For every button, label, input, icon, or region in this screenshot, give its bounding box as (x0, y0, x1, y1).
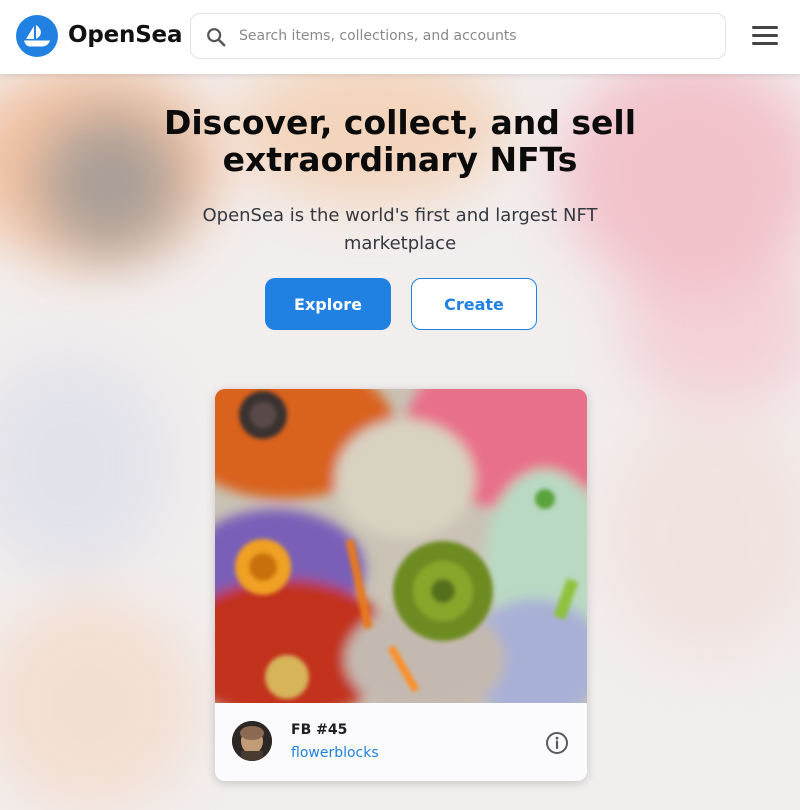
hero-subtitle: OpenSea is the world's first and largest… (0, 202, 800, 258)
featured-nft-card[interactable]: FB #45 flowerblocks (215, 389, 587, 781)
nft-name[interactable]: FB #45 (291, 722, 347, 738)
hero-subtitle-line2: marketplace (343, 233, 457, 254)
explore-button[interactable]: Explore (265, 278, 391, 330)
nft-artwork-image[interactable] (215, 389, 587, 703)
nft-card-footer: FB #45 flowerblocks (215, 703, 587, 781)
search-input[interactable] (239, 14, 709, 58)
top-navbar: OpenSea (0, 0, 800, 74)
hamburger-menu-icon[interactable] (752, 26, 778, 46)
opensea-logo-icon[interactable] (16, 15, 58, 57)
nft-collection-link[interactable]: flowerblocks (291, 745, 379, 761)
brand-name[interactable]: OpenSea (68, 22, 182, 48)
hero-headline-line1: Discover, collect, and sell (163, 103, 637, 142)
avatar[interactable] (232, 721, 272, 761)
create-button[interactable]: Create (411, 278, 537, 330)
hero-headline: Discover, collect, and sell extraordinar… (0, 104, 800, 178)
search-icon (207, 28, 226, 47)
hero-subtitle-line1: OpenSea is the world's first and largest… (202, 205, 598, 226)
hero-headline-line2: extraordinary NFTs (222, 140, 578, 179)
info-icon[interactable] (545, 731, 569, 755)
search-bar[interactable] (190, 13, 726, 59)
